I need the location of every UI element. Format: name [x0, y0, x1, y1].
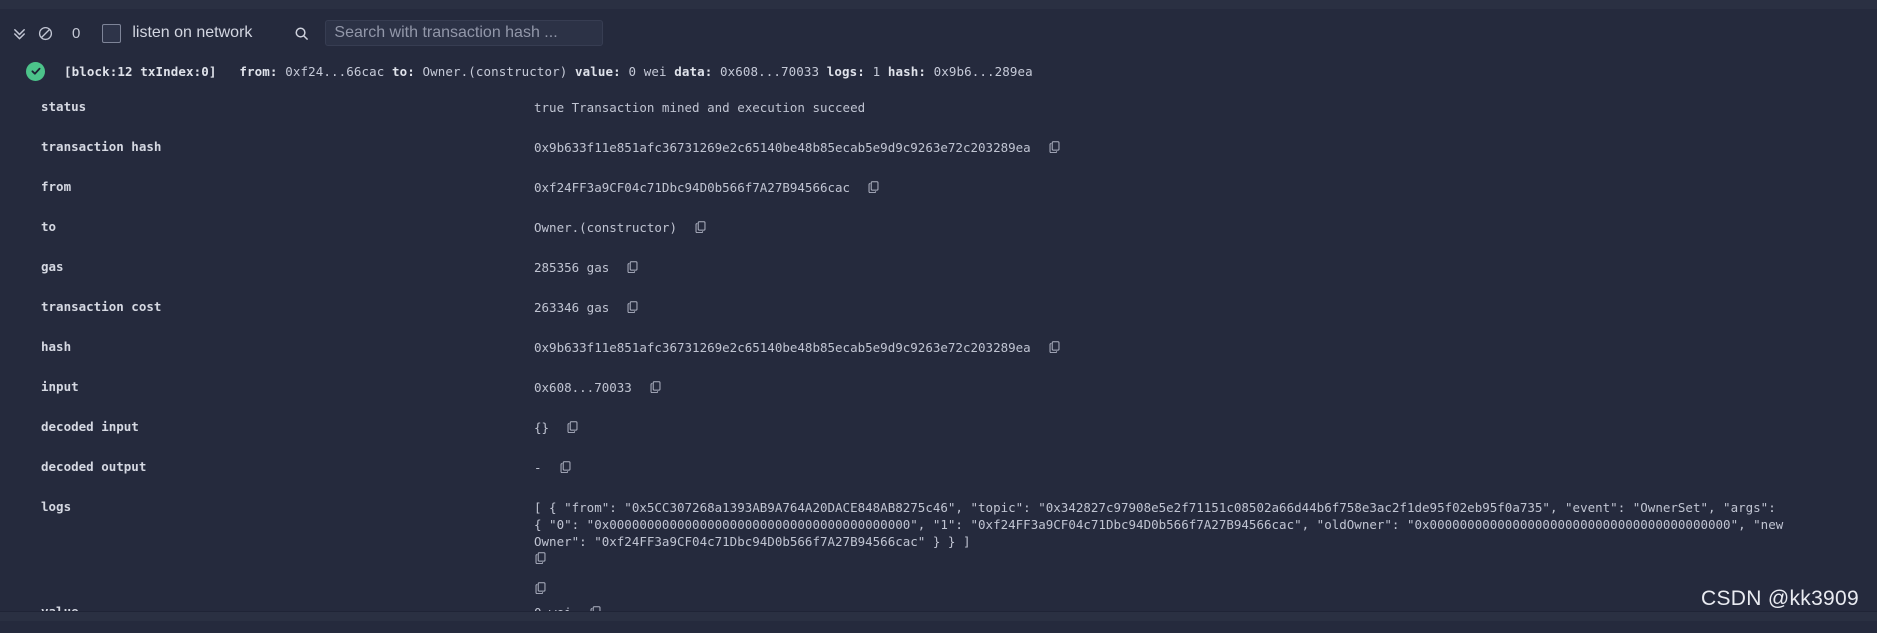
- copy-icon[interactable]: [559, 460, 572, 473]
- summary-logs-key: logs:: [827, 64, 865, 79]
- summary-data-key: data:: [674, 64, 712, 79]
- watermark: CSDN @kk3909: [1701, 587, 1859, 611]
- logs-value-text: [ { "from": "0x5CC307268a1393AB9A764A20D…: [534, 500, 1783, 549]
- row-value-decoded-output: -: [534, 450, 1877, 476]
- row-key-to: to: [0, 210, 534, 234]
- row-key-hash: hash: [0, 330, 534, 354]
- search-icon[interactable]: [294, 26, 309, 41]
- table-row-transaction-hash: transaction hash 0x9b633f11e851afc367312…: [0, 128, 1877, 168]
- check-circle-icon: [26, 62, 45, 81]
- log-count: 0: [72, 25, 80, 42]
- row-key-decoded-input: decoded input: [0, 410, 534, 434]
- hash-value-text: 0x9b633f11e851afc36731269e2c65140be48b85…: [534, 339, 1031, 356]
- ghost-text-c: [258, 0, 261, 5]
- summary-to-value: Owner.(constructor): [423, 64, 568, 79]
- row-value-hash: 0x9b633f11e851afc36731269e2c65140be48b85…: [534, 330, 1877, 356]
- terminal-toolbar: 0 listen on network Search with transact…: [0, 9, 1877, 57]
- row-key-decoded-output: decoded output: [0, 450, 534, 474]
- decoded-input-value-text: {}: [534, 419, 549, 436]
- table-row-hash: hash 0x9b633f11e851afc36731269e2c65140be…: [0, 328, 1877, 368]
- table-row-status: status true Transaction mined and execut…: [0, 88, 1877, 128]
- from-value-text: 0xf24FF3a9CF04c71Dbc94D0b566f7A27B94566c…: [534, 179, 850, 196]
- ghost-text-a: [48, 0, 51, 5]
- table-row-to: to Owner.(constructor): [0, 208, 1877, 248]
- to-value-text: Owner.(constructor): [534, 219, 677, 236]
- summary-from-value: 0xf24...66cac: [285, 64, 384, 79]
- status-value-text: true Transaction mined and execution suc…: [534, 99, 865, 116]
- copy-icon[interactable]: [626, 260, 639, 273]
- row-value-logs: [ { "from": "0x5CC307268a1393AB9A764A20D…: [534, 490, 1877, 593]
- row-key-input: input: [0, 370, 534, 394]
- row-value-input: 0x608...70033: [534, 370, 1877, 396]
- copy-icon[interactable]: [534, 551, 1784, 564]
- summary-from-key: from:: [239, 64, 277, 79]
- table-row-transaction-cost: transaction cost 263346 gas: [0, 288, 1877, 328]
- bottom-bar: [0, 611, 1877, 621]
- search-placeholder: Search with transaction hash ...: [334, 24, 557, 42]
- table-row-decoded-output: decoded output -: [0, 448, 1877, 488]
- chevrons-down-icon[interactable]: [6, 20, 32, 46]
- row-key-transaction-hash: transaction hash: [0, 130, 534, 154]
- row-key-gas: gas: [0, 250, 534, 274]
- row-value-to: Owner.(constructor): [534, 210, 1877, 236]
- row-key-logs: logs: [0, 490, 534, 514]
- row-key-from: from: [0, 170, 534, 194]
- search-input[interactable]: Search with transaction hash ...: [325, 20, 603, 46]
- table-row-decoded-input: decoded input {}: [0, 408, 1877, 448]
- summary-logs-value: 1: [873, 64, 881, 79]
- summary-data-value: 0x608...70033: [720, 64, 819, 79]
- ban-icon[interactable]: [32, 20, 58, 46]
- table-row-from: from 0xf24FF3a9CF04c71Dbc94D0b566f7A27B9…: [0, 168, 1877, 208]
- copy-icon[interactable]: [1048, 340, 1061, 353]
- listen-on-network-checkbox[interactable]: [102, 24, 121, 43]
- summary-value-value: 0 wei: [628, 64, 666, 79]
- summary-value-key: value:: [575, 64, 621, 79]
- summary-hash-key: hash:: [888, 64, 926, 79]
- row-key-transaction-cost: transaction cost: [0, 290, 534, 314]
- transaction-cost-value-text: 263346 gas: [534, 299, 609, 316]
- listen-on-network-label: listen on network: [132, 24, 252, 42]
- summary-block-label: [block:12 txIndex:0]: [64, 64, 217, 79]
- row-value-decoded-input: {}: [534, 410, 1877, 436]
- transaction-summary-text: [block:12 txIndex:0] from: 0xf24...66cac…: [64, 64, 1033, 79]
- copy-icon[interactable]: [694, 220, 707, 233]
- row-value-transaction-cost: 263346 gas: [534, 290, 1877, 316]
- transaction-detail-table: status true Transaction mined and execut…: [0, 88, 1877, 633]
- table-row-input: input 0x608...70033: [0, 368, 1877, 408]
- row-key-status: status: [0, 90, 534, 114]
- copy-icon[interactable]: [566, 420, 579, 433]
- ghost-text-b: [150, 0, 153, 5]
- copy-all-icon[interactable]: [534, 581, 1784, 594]
- copy-icon[interactable]: [649, 380, 662, 393]
- decoded-output-value-text: -: [534, 459, 542, 476]
- input-value-text: 0x608...70033: [534, 379, 632, 396]
- copy-icon[interactable]: [867, 180, 880, 193]
- gas-value-text: 285356 gas: [534, 259, 609, 276]
- table-row-gas: gas 285356 gas: [0, 248, 1877, 288]
- row-value-status: true Transaction mined and execution suc…: [534, 90, 1877, 116]
- table-row-logs: logs [ { "from": "0x5CC307268a1393AB9A76…: [0, 488, 1877, 593]
- row-value-from: 0xf24FF3a9CF04c71Dbc94D0b566f7A27B94566c…: [534, 170, 1877, 196]
- row-value-gas: 285356 gas: [534, 250, 1877, 276]
- copy-icon[interactable]: [626, 300, 639, 313]
- transaction-summary-row[interactable]: [block:12 txIndex:0] from: 0xf24...66cac…: [0, 57, 1877, 85]
- summary-hash-value: 0x9b6...289ea: [934, 64, 1033, 79]
- row-value-transaction-hash: 0x9b633f11e851afc36731269e2c65140be48b85…: [534, 130, 1877, 156]
- transaction-hash-value-text: 0x9b633f11e851afc36731269e2c65140be48b85…: [534, 139, 1031, 156]
- summary-to-key: to:: [392, 64, 415, 79]
- copy-icon[interactable]: [1048, 140, 1061, 153]
